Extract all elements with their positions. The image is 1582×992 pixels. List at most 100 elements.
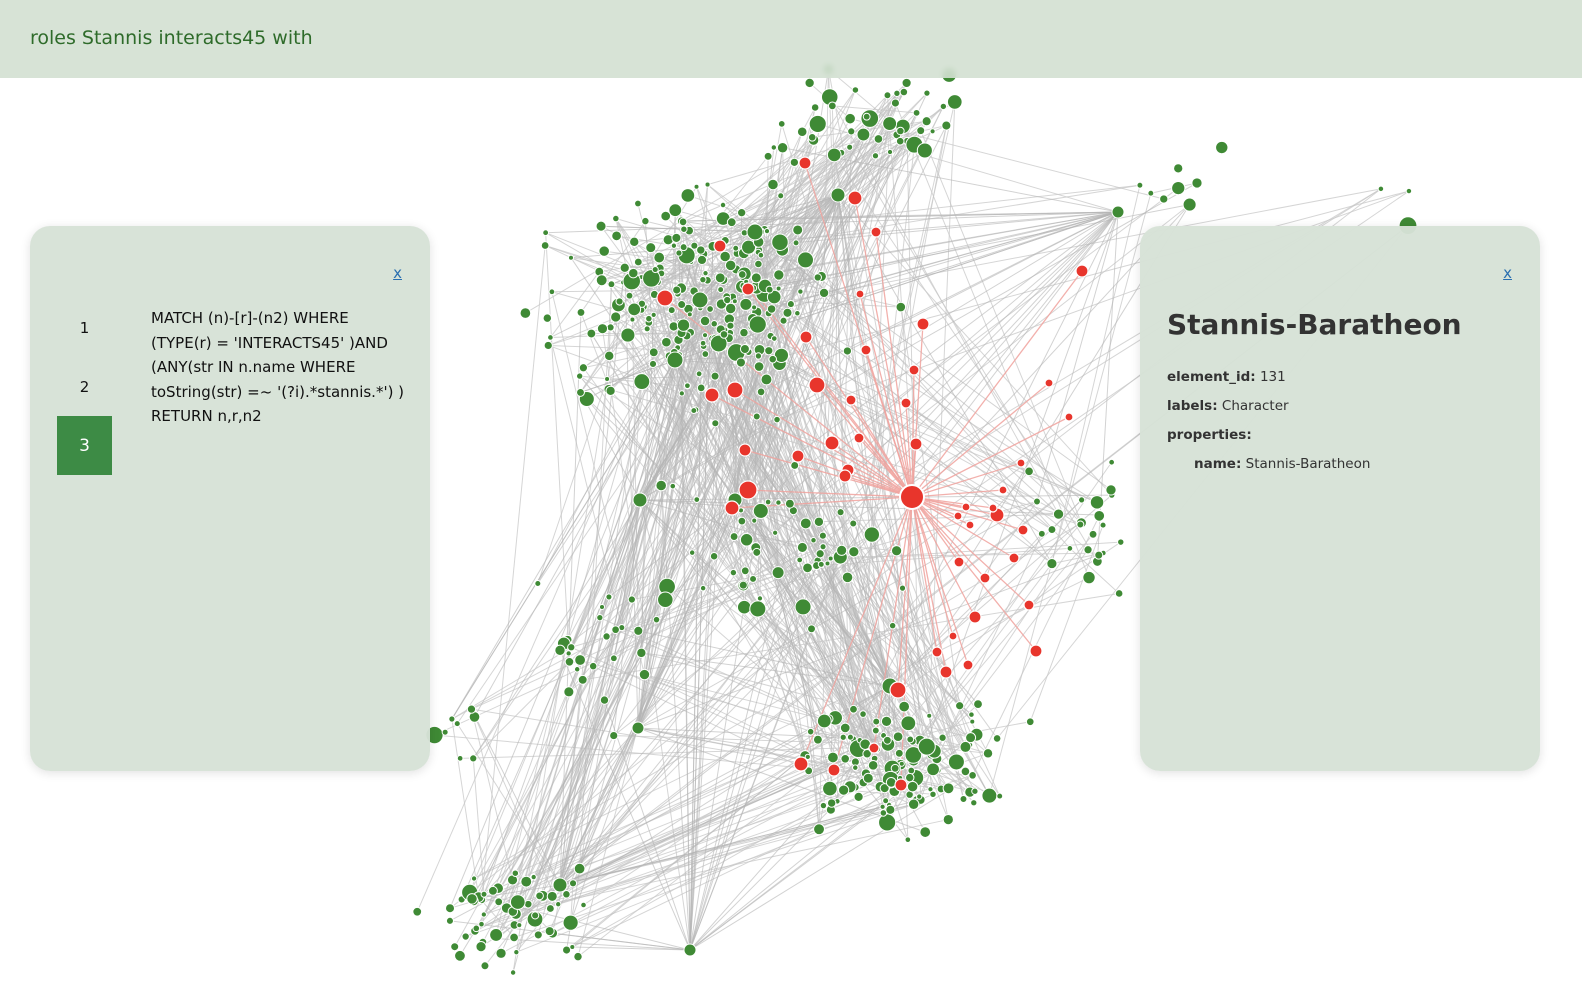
character-node — [797, 288, 804, 295]
character-node — [657, 591, 674, 609]
character-node — [676, 318, 691, 332]
character-node — [830, 187, 846, 203]
character-node — [899, 87, 909, 97]
character-node — [645, 242, 657, 254]
highlighted-edge — [911, 416, 1070, 498]
character-node — [619, 262, 630, 273]
character-node — [1047, 525, 1057, 535]
character-node — [542, 313, 553, 323]
character-node — [573, 862, 586, 875]
character-node — [562, 914, 579, 931]
character-node — [695, 370, 703, 378]
highlighted-character-node — [799, 330, 813, 344]
character-node — [699, 275, 707, 284]
character-node — [580, 901, 587, 909]
character-node — [531, 911, 540, 920]
character-node — [753, 361, 765, 372]
character-node — [480, 961, 490, 971]
character-node — [873, 134, 884, 144]
query-step-2[interactable]: 2 — [57, 357, 112, 416]
highlighted-character-node — [838, 469, 852, 483]
page-title: roles Stannis interacts45 with — [30, 27, 313, 49]
character-node — [567, 254, 575, 261]
character-node — [1052, 508, 1065, 520]
highlighted-character-node — [916, 317, 930, 331]
highlighted-character-node — [1023, 599, 1035, 611]
highlighted-character-node — [791, 449, 805, 463]
query-step-1[interactable]: 1 — [57, 298, 112, 357]
graph-edge — [559, 534, 873, 886]
properties-row: properties: — [1167, 427, 1252, 443]
detail-panel-close-link[interactable]: x — [1503, 264, 1512, 282]
character-node — [726, 217, 737, 228]
character-node — [706, 305, 714, 313]
character-node — [756, 387, 766, 397]
character-node — [535, 891, 544, 901]
graph-edge — [1096, 211, 1119, 562]
query-step-list: 1 2 3 — [57, 298, 112, 475]
character-node — [475, 941, 487, 953]
character-node — [1093, 510, 1106, 522]
element-id-row: element_id: 131 — [1167, 369, 1286, 385]
character-node — [511, 869, 520, 877]
character-node — [880, 715, 893, 728]
character-node — [765, 285, 774, 294]
character-node — [790, 461, 800, 470]
character-node — [1078, 496, 1086, 504]
character-node — [629, 316, 636, 323]
character-node — [543, 340, 553, 351]
character-node — [1094, 550, 1104, 560]
character-node — [839, 722, 851, 734]
character-node — [633, 373, 651, 391]
character-node — [1037, 529, 1046, 538]
character-node — [441, 728, 449, 736]
character-node — [470, 875, 478, 882]
character-node — [1099, 521, 1107, 529]
character-node — [717, 286, 725, 294]
character-node — [678, 390, 685, 397]
character-node — [494, 897, 504, 907]
character-node — [818, 287, 830, 299]
character-node — [711, 419, 720, 428]
character-node — [555, 901, 562, 908]
character-node — [602, 632, 611, 641]
character-node — [513, 948, 520, 956]
character-node — [1173, 163, 1184, 174]
character-node — [898, 760, 905, 767]
character-node — [842, 346, 853, 356]
character-node — [548, 288, 556, 296]
character-node — [586, 328, 597, 339]
character-node — [892, 731, 904, 743]
character-node — [770, 144, 778, 151]
character-node — [878, 813, 897, 832]
character-node — [846, 733, 854, 741]
cypher-query-text: MATCH (n)-[r]-(n2) WHERE (TYPE(r) = 'INT… — [151, 309, 405, 426]
character-node — [701, 332, 709, 339]
character-node — [852, 764, 859, 771]
character-node — [489, 927, 504, 942]
character-node — [969, 718, 976, 725]
character-node — [472, 924, 481, 933]
highlighted-character-node — [1064, 412, 1074, 422]
character-node — [901, 77, 912, 89]
highlighted-character-node — [939, 665, 953, 679]
character-node — [824, 560, 831, 567]
character-node — [606, 323, 615, 332]
character-node — [670, 242, 678, 249]
character-node — [1024, 466, 1034, 477]
character-node — [894, 748, 904, 758]
character-node — [871, 726, 880, 735]
character-node — [456, 754, 464, 762]
query-panel-close-link[interactable]: x — [393, 264, 402, 282]
character-node — [792, 224, 804, 236]
character-node — [1111, 205, 1125, 219]
character-node — [872, 717, 881, 726]
graph-edge — [481, 245, 546, 900]
character-node — [628, 267, 639, 279]
character-node — [547, 334, 554, 341]
character-node — [970, 799, 978, 807]
query-step-3[interactable]: 3 — [57, 416, 112, 475]
name-value: Stannis-Baratheon — [1245, 456, 1371, 472]
highlighted-character-node — [979, 572, 991, 584]
character-node — [699, 584, 707, 592]
